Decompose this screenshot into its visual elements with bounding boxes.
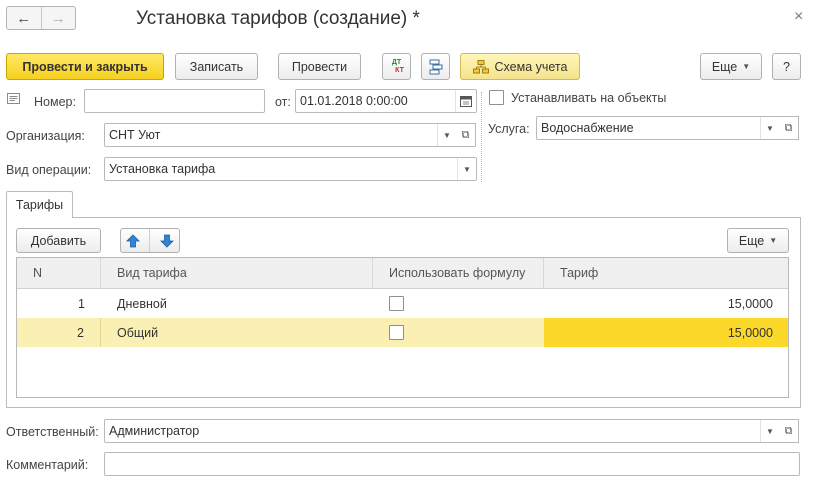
column-header-kind[interactable]: Вид тарифа — [101, 258, 373, 288]
responsible-label: Ответственный: — [6, 425, 99, 439]
cell-n: 2 — [17, 318, 101, 347]
tariffs-table: N Вид тарифа Использовать формулу Тариф … — [16, 257, 789, 398]
set-on-objects-label: Устанавливать на объекты — [511, 90, 667, 105]
column-header-tariff[interactable]: Тариф — [544, 258, 788, 288]
scheme-label: Схема учета — [494, 59, 568, 74]
divider — [149, 229, 151, 252]
table-header: N Вид тарифа Использовать формулу Тариф — [17, 258, 788, 289]
column-header-use-formula[interactable]: Использовать формулу — [373, 258, 544, 288]
page-title: Установка тарифов (создание) * — [136, 8, 420, 29]
chevron-down-icon[interactable]: ▼ — [760, 420, 779, 442]
more-label: Еще — [711, 59, 738, 74]
forward-button[interactable]: → — [40, 7, 76, 29]
arrow-left-icon: ← — [16, 9, 32, 27]
open-icon: ⧉ — [461, 128, 470, 141]
post-and-close-button[interactable]: Провести и закрыть — [6, 53, 164, 80]
open-icon: ⧉ — [784, 121, 793, 134]
responsible-field[interactable]: Администратор ▼ — [104, 419, 780, 443]
comment-field[interactable] — [104, 452, 800, 476]
number-field[interactable] — [84, 89, 265, 113]
use-formula-checkbox[interactable] — [389, 325, 404, 340]
chevron-down-icon[interactable]: ▼ — [457, 158, 476, 180]
calendar-icon[interactable] — [455, 90, 476, 112]
cell-use-formula[interactable] — [373, 289, 544, 318]
date-value: 01.01.2018 0:00:00 — [300, 94, 408, 108]
org-open-button[interactable]: ⧉ — [456, 123, 476, 147]
chevron-down-icon[interactable]: ▼ — [437, 124, 456, 146]
org-label: Организация: — [6, 129, 85, 143]
chevron-down-icon[interactable]: ▼ — [760, 117, 779, 139]
service-open-button[interactable]: ⧉ — [779, 116, 799, 140]
op-type-label: Вид операции: — [6, 163, 92, 177]
dt-kt-button[interactable]: ДТ КТ — [382, 53, 411, 80]
post-button[interactable]: Провести — [278, 53, 361, 80]
back-button[interactable]: ← — [7, 7, 41, 29]
number-label: Номер: — [34, 95, 76, 109]
close-button[interactable]: × — [794, 8, 803, 26]
scheme-button[interactable]: Схема учета — [460, 53, 580, 80]
table-more-label: Еще — [738, 233, 765, 248]
add-row-button[interactable]: Добавить — [16, 228, 101, 253]
cell-use-formula[interactable] — [373, 318, 544, 347]
dt-kt-icon-bottom: КТ — [395, 66, 404, 74]
list-icon — [7, 93, 20, 107]
responsible-value: Администратор — [109, 424, 200, 438]
save-button[interactable]: Записать — [175, 53, 258, 80]
responsible-open-button[interactable]: ⧉ — [779, 419, 799, 443]
tab-tariffs[interactable]: Тарифы — [6, 191, 73, 218]
org-field[interactable]: СНТ Уют ▼ — [104, 123, 457, 147]
chevron-down-icon: ▼ — [769, 236, 778, 245]
dt-kt-icon-top: ДТ — [391, 58, 402, 66]
date-field[interactable]: 01.01.2018 0:00:00 — [295, 89, 477, 113]
table-row[interactable]: 1 Дневной 15,0000 — [17, 289, 788, 318]
arrow-up-icon[interactable] — [125, 233, 140, 248]
move-group — [120, 228, 180, 253]
service-field[interactable]: Водоснабжение ▼ — [536, 116, 780, 140]
column-header-n[interactable]: N — [17, 258, 101, 288]
structure-button[interactable] — [421, 53, 450, 80]
cell-kind[interactable]: Дневной — [101, 289, 373, 318]
cell-n: 1 — [78, 296, 85, 311]
comment-label: Комментарий: — [6, 458, 89, 472]
arrow-right-icon: → — [50, 9, 66, 27]
cell-tariff[interactable]: 15,0000 — [544, 289, 788, 318]
use-formula-checkbox[interactable] — [389, 296, 404, 311]
scheme-icon — [472, 59, 489, 73]
chevron-down-icon: ▼ — [742, 62, 751, 71]
set-on-objects-checkbox[interactable] — [489, 90, 504, 105]
op-type-value: Установка тарифа — [109, 162, 216, 176]
org-value: СНТ Уют — [109, 128, 161, 142]
cell-tariff[interactable]: 15,0000 — [544, 318, 788, 347]
set-on-objects-option[interactable]: Устанавливать на объекты — [489, 90, 666, 105]
open-icon: ⧉ — [784, 424, 793, 437]
service-label: Услуга: — [488, 122, 530, 136]
more-button[interactable]: Еще ▼ — [700, 53, 762, 80]
close-icon: × — [794, 8, 804, 25]
column-separator — [481, 92, 482, 182]
table-more-button[interactable]: Еще ▼ — [727, 228, 789, 253]
arrow-down-icon[interactable] — [160, 234, 175, 248]
cell-kind[interactable]: Общий — [101, 318, 373, 347]
date-label: от: — [275, 95, 291, 109]
service-value: Водоснабжение — [541, 121, 634, 135]
structure-icon — [429, 59, 442, 74]
help-button[interactable]: ? — [772, 53, 801, 80]
nav-group: ← → — [6, 6, 76, 30]
op-type-field[interactable]: Установка тарифа ▼ — [104, 157, 477, 181]
table-row-selected[interactable]: 2 Общий 15,0000 — [17, 318, 788, 347]
